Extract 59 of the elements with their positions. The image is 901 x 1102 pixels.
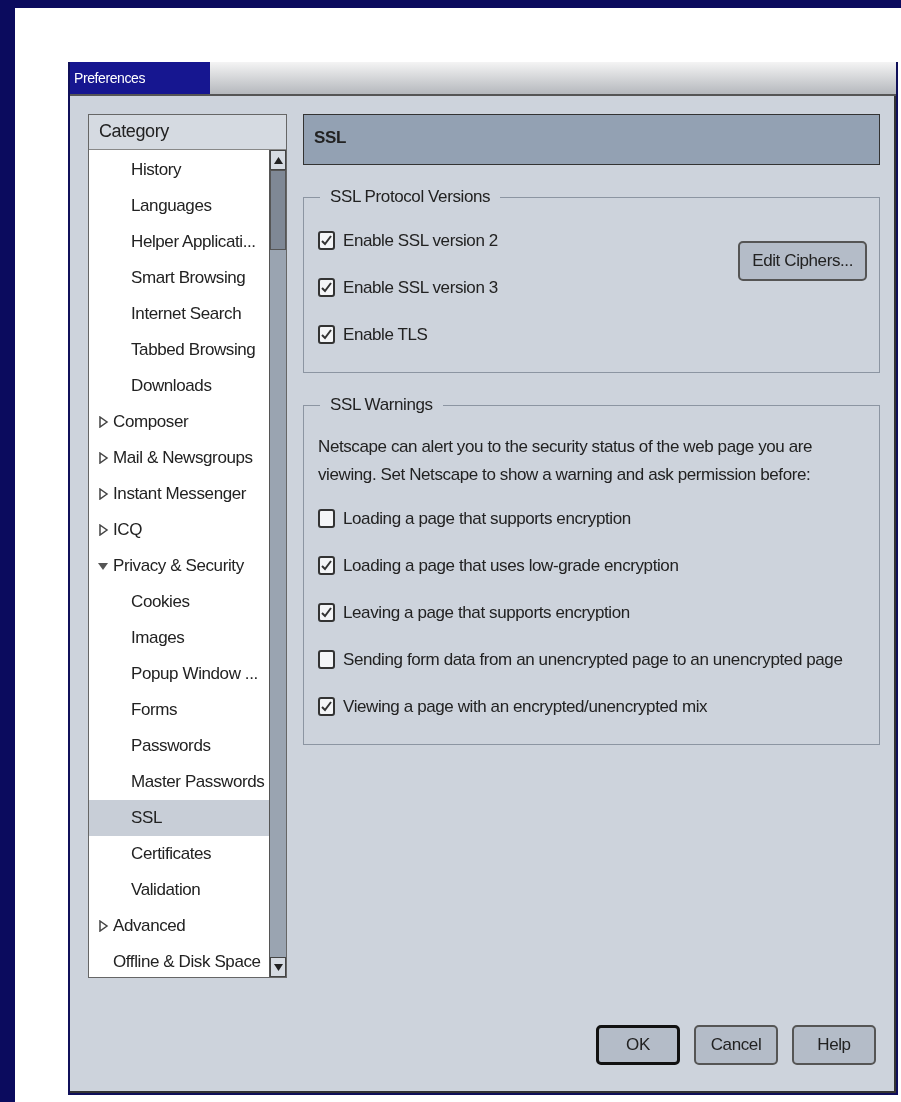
- collapsed-triangle-icon: [97, 524, 109, 536]
- option-label: Loading a page that uses low-grade encryption: [343, 555, 679, 576]
- tree-item[interactable]: Helper Applicati...: [89, 224, 269, 260]
- option-label: Viewing a page with an encrypted/unencrypted mix: [343, 696, 708, 717]
- panel-title: SSL: [303, 114, 880, 165]
- checkbox[interactable]: [318, 509, 335, 528]
- collapsed-triangle-icon: [97, 416, 109, 428]
- dialog-button[interactable]: Cancel: [694, 1025, 778, 1065]
- option-label: Enable SSL version 3: [343, 277, 498, 298]
- checkbox[interactable]: [318, 556, 335, 575]
- collapsed-triangle-icon: [97, 920, 109, 932]
- option-label: Enable TLS: [343, 324, 428, 345]
- checkbox[interactable]: [318, 697, 335, 716]
- checkbox[interactable]: [318, 603, 335, 622]
- tree-item[interactable]: Master Passwords: [89, 764, 269, 800]
- tree-item[interactable]: Cookies: [89, 584, 269, 620]
- tree-item[interactable]: Forms: [89, 692, 269, 728]
- dialog-button[interactable]: Help: [792, 1025, 876, 1065]
- option-label: Leaving a page that supports encryption: [343, 602, 630, 623]
- expanded-triangle-icon: [97, 560, 109, 572]
- tree-item[interactable]: Instant Messenger: [89, 476, 269, 512]
- tree-item[interactable]: Validation: [89, 872, 269, 908]
- tree-item[interactable]: Tabbed Browsing: [89, 332, 269, 368]
- up-arrow-icon: [273, 156, 283, 164]
- tree-item[interactable]: ICQ: [89, 512, 269, 548]
- checkbox[interactable]: [318, 278, 335, 297]
- collapsed-triangle-icon: [97, 488, 109, 500]
- tree-item[interactable]: Internet Search: [89, 296, 269, 332]
- tree-item[interactable]: Images: [89, 620, 269, 656]
- option-label: Enable SSL version 2: [343, 230, 498, 251]
- scrollbar-thumb[interactable]: [270, 170, 286, 250]
- tree-item[interactable]: Popup Window ...: [89, 656, 269, 692]
- checkbox[interactable]: [318, 231, 335, 250]
- tree-header: Category: [89, 115, 286, 150]
- collapsed-triangle-icon: [97, 452, 109, 464]
- option-label: Sending form data from an unencrypted page to an unencrypted page: [343, 649, 843, 670]
- tree-item[interactable]: Mail & Newsgroups: [89, 440, 269, 476]
- tree-item[interactable]: Languages: [89, 188, 269, 224]
- dialog-button[interactable]: OK: [596, 1025, 680, 1065]
- group-legend: SSL Protocol Versions: [320, 187, 501, 207]
- checkbox[interactable]: [318, 650, 335, 669]
- description-text: Netscape can alert you to the security status of the web page you are viewing. Set Netscape to show a warning and ask permission before:: [318, 436, 814, 486]
- tree-item[interactable]: History: [89, 152, 269, 188]
- down-arrow-icon: [273, 963, 283, 971]
- tree-item[interactable]: Smart Browsing: [89, 260, 269, 296]
- tree-item[interactable]: Privacy & Security: [89, 548, 269, 584]
- window-title: Preferences: [70, 62, 210, 94]
- tree-item[interactable]: Certificates: [89, 836, 269, 872]
- tree-item[interactable]: Advanced: [89, 908, 269, 944]
- tree-item[interactable]: Offline & Disk Space: [89, 944, 269, 977]
- option-label: Loading a page that supports encryption: [343, 508, 631, 529]
- scrollbar[interactable]: [269, 150, 286, 977]
- edit-ciphers-button[interactable]: Edit Ciphers...: [738, 241, 867, 281]
- checkbox[interactable]: [318, 325, 335, 344]
- tree-item[interactable]: SSL: [89, 800, 269, 836]
- tree-item[interactable]: Downloads: [89, 368, 269, 404]
- group-legend: SSL Warnings: [320, 395, 443, 415]
- tree-item[interactable]: Composer: [89, 404, 269, 440]
- tree-item[interactable]: Passwords: [89, 728, 269, 764]
